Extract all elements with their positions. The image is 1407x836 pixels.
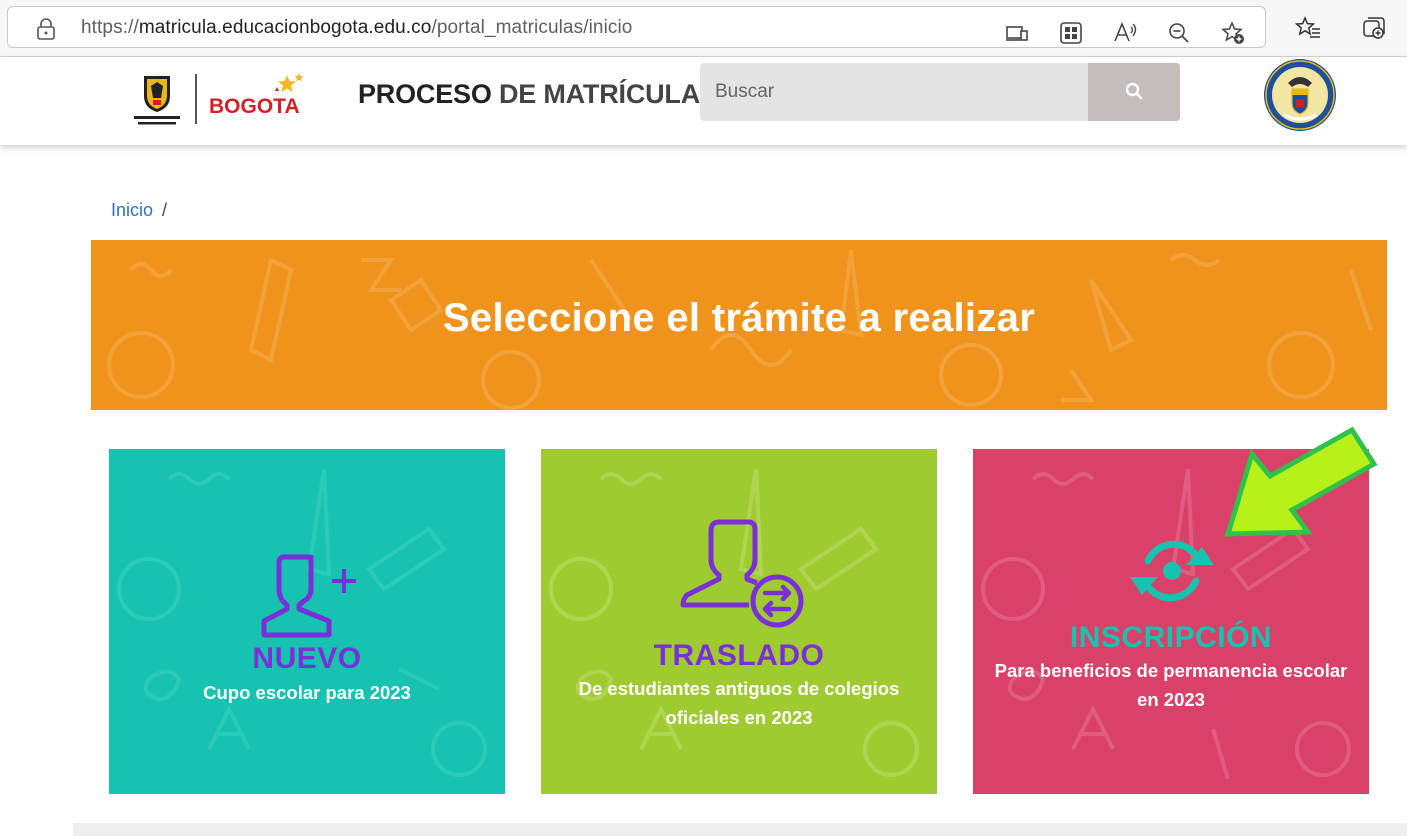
card-inscripcion-subtitle-1: Para beneficios de permanencia escolar [994, 660, 1348, 681]
footer-strip [73, 823, 1407, 836]
card-nuevo-heading: NUEVO [252, 642, 362, 675]
user-plus-icon [259, 549, 359, 639]
card-nuevo[interactable]: NUEVO Cupo escolar para 2023 [109, 449, 505, 794]
url-host: matricula.educacionbogota.edu.co [138, 17, 432, 38]
title-rest: DE MATRÍCULA [491, 79, 701, 109]
card-traslado-subtitle-2: oficiales en 2023 [665, 707, 813, 728]
search-box [700, 63, 1180, 121]
search-input[interactable] [700, 63, 1088, 121]
card-traslado-heading: TRASLADO [653, 639, 825, 672]
breadcrumb: Inicio / [111, 200, 167, 221]
refresh-cycle-icon [1128, 535, 1216, 607]
collections-icon[interactable] [1361, 15, 1387, 41]
card-inscripcion-subtitle-2: en 2023 [1137, 689, 1205, 710]
banner-title: Seleccione el trámite a realizar [442, 296, 1036, 340]
green-arrow-icon [1212, 426, 1382, 544]
alcaldia-logo[interactable] [132, 72, 182, 128]
breadcrumb-home-link[interactable]: Inicio [111, 200, 153, 220]
logo-divider [195, 74, 197, 124]
favorites-icon[interactable] [1294, 15, 1321, 41]
url-scheme: https:// [81, 17, 139, 38]
banner: Seleccione el trámite a realizar [91, 240, 1387, 410]
url-text[interactable]: https://matricula.educacionbogota.edu.co… [81, 17, 632, 39]
card-traslado-subtitle-1: De estudiantes antiguos de colegios [578, 678, 900, 699]
add-favorite-icon[interactable] [1220, 20, 1246, 46]
title-strong: PROCESO [358, 79, 492, 109]
cast-icon[interactable] [1004, 20, 1030, 46]
lock-icon[interactable] [36, 18, 56, 40]
card-nuevo-subtitle: Cupo escolar para 2023 [203, 682, 411, 703]
address-bar[interactable]: https://matricula.educacionbogota.edu.co… [7, 6, 1266, 48]
bogota-logo[interactable]: BOGOTA [207, 71, 307, 127]
zoom-out-icon[interactable] [1166, 20, 1192, 46]
url-path: /portal_matriculas/inicio [431, 17, 633, 38]
user-transfer-icon [679, 517, 809, 632]
colombia-seal [1262, 57, 1338, 133]
search-button[interactable] [1088, 63, 1180, 121]
site-header: BOGOTA PROCESO DE MATRÍCULA [0, 57, 1407, 145]
search-icon [1125, 82, 1143, 103]
browser-toolbar: https://matricula.educacionbogota.edu.co… [0, 0, 1407, 57]
page-title: PROCESO DE MATRÍCULA [358, 79, 700, 110]
breadcrumb-separator: / [162, 200, 168, 220]
card-inscripcion-heading: INSCRIPCIÓN [1069, 621, 1273, 654]
read-aloud-icon[interactable] [1112, 20, 1138, 46]
bogota-logo-text: BOGOTA [209, 95, 300, 118]
apps-icon[interactable] [1058, 20, 1084, 46]
card-traslado[interactable]: TRASLADO De estudiantes antiguos de cole… [541, 449, 937, 794]
